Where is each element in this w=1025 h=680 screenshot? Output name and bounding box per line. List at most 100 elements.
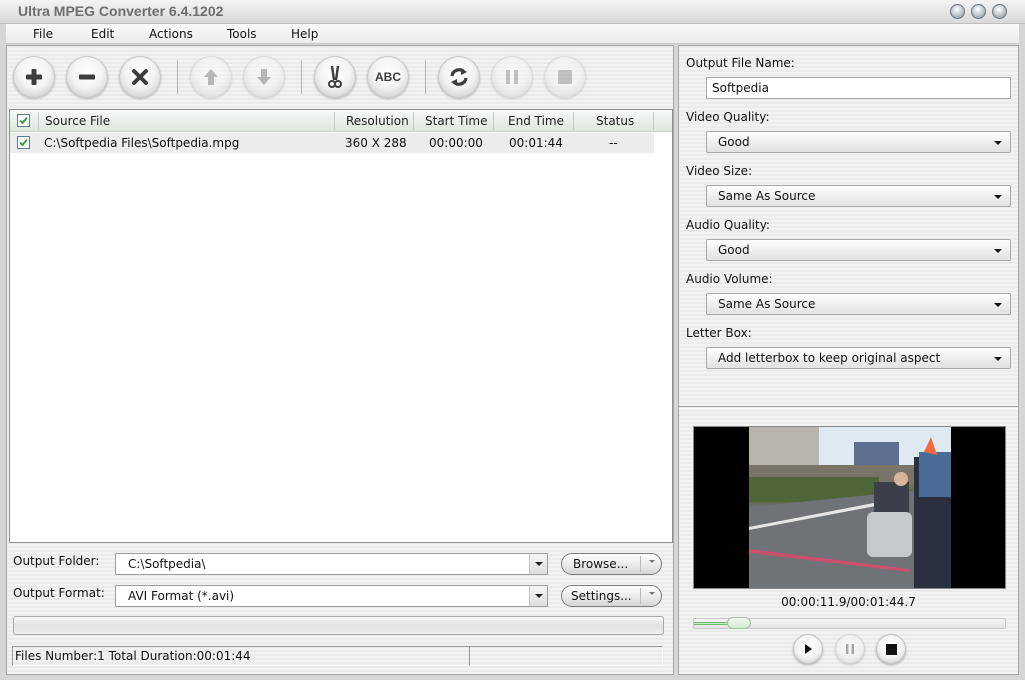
- output-file-name-label: Output File Name:: [686, 56, 795, 70]
- move-down-button[interactable]: [243, 56, 285, 98]
- menu-actions[interactable]: Actions: [149, 27, 193, 41]
- seek-slider-fill: [694, 622, 729, 625]
- column-separator: [38, 112, 39, 130]
- table-row[interactable]: C:\Softpedia Files\Softpedia.mpg 360 X 2…: [10, 133, 654, 153]
- pause-preview-button[interactable]: [835, 634, 865, 664]
- menu-bar: File Edit Actions Tools Help: [6, 24, 1019, 44]
- chevron-down-icon: [994, 357, 1002, 361]
- letter-box-label: Letter Box:: [686, 326, 752, 340]
- refresh-icon: [450, 68, 468, 86]
- button-split: [640, 556, 641, 572]
- toolbar-separator: [177, 60, 178, 94]
- abc-icon: ABC: [375, 70, 401, 84]
- cell-status: --: [609, 136, 618, 150]
- arrow-down-icon: [257, 69, 271, 85]
- cell-resolution: 360 X 288: [345, 136, 407, 150]
- letter-box-select[interactable]: Add letterbox to keep original aspect: [706, 347, 1011, 369]
- menu-edit[interactable]: Edit: [91, 27, 114, 41]
- clear-list-button[interactable]: [119, 56, 161, 98]
- chevron-down-icon[interactable]: [649, 560, 655, 563]
- button-split: [640, 588, 641, 604]
- cell-end-time: 00:01:44: [509, 136, 563, 150]
- output-format-dropdown[interactable]: [529, 586, 547, 606]
- rename-button[interactable]: ABC: [367, 56, 409, 98]
- toolbar-separator: [301, 60, 302, 94]
- convert-button[interactable]: [438, 56, 480, 98]
- audio-volume-value: Same As Source: [718, 297, 816, 311]
- settings-button-label: Settings...: [571, 589, 632, 603]
- seek-slider-thumb[interactable]: [727, 617, 751, 629]
- pause-icon: [846, 644, 854, 654]
- column-header-source-file[interactable]: Source File: [45, 114, 110, 128]
- close-button[interactable]: [992, 4, 1007, 19]
- video-frame: [749, 427, 951, 588]
- left-panel: ABC Source File Resolution Start Time En…: [6, 45, 674, 675]
- output-file-name-input[interactable]: Softpedia: [706, 77, 1011, 99]
- column-header-status[interactable]: Status: [596, 114, 634, 128]
- output-folder-dropdown[interactable]: [529, 554, 547, 574]
- status-text: Files Number:1 Total Duration:00:01:44: [15, 649, 251, 663]
- pause-icon: [506, 70, 518, 84]
- audio-quality-label: Audio Quality:: [686, 218, 770, 232]
- output-format-combo[interactable]: AVI Format (*.avi): [115, 585, 548, 607]
- video-size-value: Same As Source: [718, 189, 816, 203]
- settings-panel: Output File Name: Softpedia Video Qualit…: [678, 45, 1019, 675]
- video-size-label: Video Size:: [686, 164, 753, 178]
- column-header-end-time[interactable]: End Time: [508, 114, 564, 128]
- pause-conversion-button[interactable]: [491, 56, 533, 98]
- cell-start-time: 00:00:00: [429, 136, 483, 150]
- column-header-start-time[interactable]: Start Time: [425, 114, 488, 128]
- arrow-up-icon: [204, 69, 218, 85]
- list-header: Source File Resolution Start Time End Ti…: [10, 110, 672, 132]
- chevron-down-icon: [994, 249, 1002, 253]
- add-file-button[interactable]: [13, 56, 55, 98]
- menu-help[interactable]: Help: [291, 27, 318, 41]
- select-all-checkbox[interactable]: [17, 114, 30, 127]
- stop-icon: [558, 70, 572, 84]
- status-bar-main: Files Number:1 Total Duration:00:01:44: [12, 646, 470, 666]
- audio-volume-select[interactable]: Same As Source: [706, 293, 1011, 315]
- maximize-button[interactable]: [971, 4, 986, 19]
- move-up-button[interactable]: [190, 56, 232, 98]
- video-quality-label: Video Quality:: [686, 110, 770, 124]
- audio-volume-label: Audio Volume:: [686, 272, 773, 286]
- output-folder-combo[interactable]: C:\Softpedia\: [115, 553, 548, 575]
- remove-file-button[interactable]: [66, 56, 108, 98]
- menu-tools[interactable]: Tools: [227, 27, 257, 41]
- play-button[interactable]: [793, 634, 823, 664]
- stop-preview-button[interactable]: [876, 634, 906, 664]
- output-folder-value: C:\Softpedia\: [128, 557, 206, 571]
- trim-button[interactable]: [314, 56, 356, 98]
- scissors-icon: [328, 65, 342, 88]
- seek-slider[interactable]: [693, 617, 1006, 629]
- chevron-down-icon: [534, 594, 543, 598]
- audio-quality-select[interactable]: Good: [706, 239, 1011, 261]
- menu-file[interactable]: File: [33, 27, 53, 41]
- chevron-down-icon: [994, 195, 1002, 199]
- video-size-select[interactable]: Same As Source: [706, 185, 1011, 207]
- settings-button[interactable]: Settings...: [561, 585, 662, 607]
- browse-button[interactable]: Browse...: [561, 553, 662, 575]
- conversion-progress-bar: [13, 616, 664, 635]
- column-separator: [573, 112, 574, 130]
- chevron-down-icon[interactable]: [649, 592, 655, 595]
- column-header-resolution[interactable]: Resolution: [346, 114, 409, 128]
- chevron-down-icon: [994, 141, 1002, 145]
- audio-quality-value: Good: [718, 243, 750, 257]
- cell-source-file: C:\Softpedia Files\Softpedia.mpg: [44, 136, 240, 150]
- x-icon: [132, 69, 148, 85]
- file-list[interactable]: Source File Resolution Start Time End Ti…: [9, 109, 673, 543]
- browse-button-label: Browse...: [573, 557, 629, 571]
- column-separator: [493, 112, 494, 130]
- output-file-name-value: Softpedia: [712, 81, 769, 95]
- video-quality-select[interactable]: Good: [706, 131, 1011, 153]
- row-checkbox[interactable]: [17, 136, 30, 149]
- plus-icon: [26, 69, 42, 85]
- minimize-button[interactable]: [950, 4, 965, 19]
- video-preview: [693, 426, 1006, 589]
- checkmark-icon: [19, 116, 28, 125]
- time-readout: 00:00:11.9/00:01:44.7: [781, 595, 916, 609]
- window-title: Ultra MPEG Converter 6.4.1202: [18, 3, 224, 19]
- stop-conversion-button[interactable]: [544, 56, 586, 98]
- video-quality-value: Good: [718, 135, 750, 149]
